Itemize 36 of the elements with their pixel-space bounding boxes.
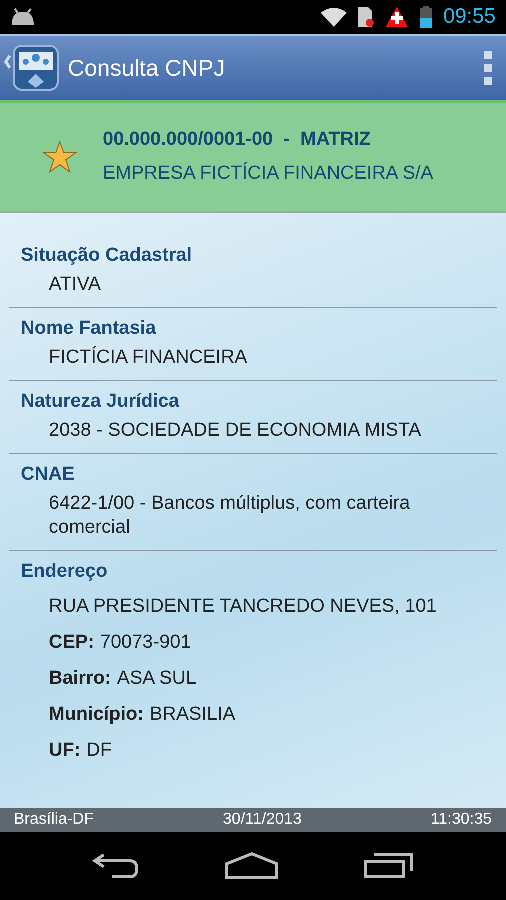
time-text: 11:30:35 <box>430 811 492 829</box>
back-icon[interactable] <box>92 852 140 880</box>
app-logo-icon[interactable] <box>4 42 62 94</box>
company-name: EMPRESA FICTÍCIA FINANCEIRA S/A <box>103 163 434 185</box>
location-text: Brasília-DF <box>14 811 94 829</box>
wifi-icon <box>321 7 348 27</box>
date-text: 30/11/2013 <box>223 811 302 829</box>
screen-title: Consulta CNPJ <box>68 54 226 82</box>
field-value: ASA SUL <box>117 668 197 689</box>
field-label: CEP: <box>49 632 94 653</box>
field-value: DF <box>86 740 112 761</box>
section-title: CNAE <box>21 464 76 486</box>
field-value: 2038 - SOCIEDADE DE ECONOMIA MISTA <box>48 419 422 443</box>
battery-icon <box>419 5 434 29</box>
field-label: UF: <box>49 740 81 761</box>
field-value: RUA PRESIDENTE TANCREDO NEVES, 101 <box>48 595 438 619</box>
android-icon <box>10 8 36 26</box>
section-title: Nome Fantasia <box>21 318 158 340</box>
overflow-menu-icon[interactable] <box>484 51 492 85</box>
home-icon[interactable] <box>224 852 279 880</box>
field-value: ATIVA <box>48 273 102 297</box>
star-icon[interactable] <box>43 140 77 174</box>
field-value: 70073-901 <box>100 632 192 653</box>
recent-apps-icon[interactable] <box>364 853 414 879</box>
alert-icon <box>385 6 410 28</box>
clock: 09:55 <box>443 5 496 29</box>
field-value: 6422-1/00 - Bancos múltiplus, com carteira comercial <box>48 492 412 540</box>
field-label: Município: <box>49 704 144 725</box>
field-value: FICTÍCIA FINANCEIRA <box>48 346 248 370</box>
sim-card-icon <box>357 6 376 28</box>
cnpj-text: 00.000.000/0001-00 - MATRIZ <box>103 129 372 151</box>
section-title: Situação Cadastral <box>21 245 194 267</box>
field-value: BRASILIA <box>150 704 236 725</box>
field-label: Bairro: <box>49 668 112 689</box>
section-title: Endereço <box>21 561 109 583</box>
section-title: Natureza Jurídica <box>21 391 180 413</box>
